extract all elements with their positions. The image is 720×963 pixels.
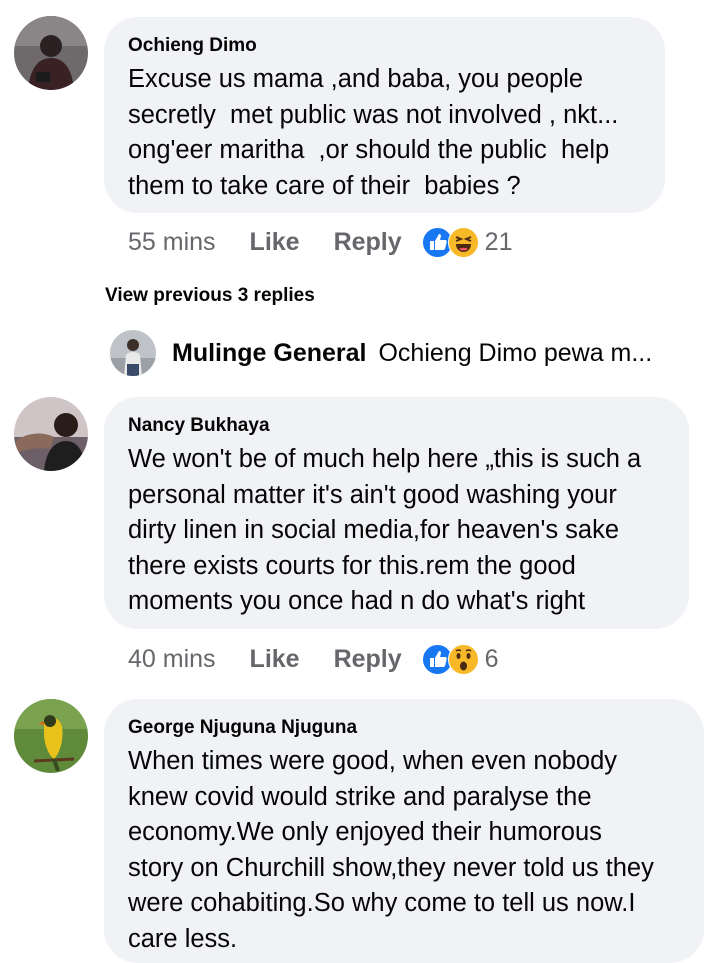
- avatar[interactable]: [14, 16, 88, 90]
- view-previous-replies-link[interactable]: View previous 3 replies: [105, 285, 315, 307]
- reply-preview[interactable]: Mulinge General Ochieng Dimo pewa m...: [110, 330, 652, 376]
- reaction-count: 6: [484, 644, 499, 673]
- comment-author[interactable]: Nancy Bukhaya: [128, 415, 665, 437]
- comment-text: When times were good, when even nobody k…: [128, 747, 654, 953]
- wow-icon: [447, 643, 479, 675]
- reply-author[interactable]: Mulinge General: [172, 339, 366, 368]
- comment-bubble: Ochieng Dimo Excuse us mama ,and baba, y…: [104, 17, 665, 213]
- comment-author[interactable]: George Njuguna Njuguna: [128, 717, 680, 739]
- comment-author[interactable]: Ochieng Dimo: [128, 35, 641, 57]
- reactions-summary[interactable]: 6: [421, 643, 499, 675]
- comment-timestamp[interactable]: 55 mins: [128, 228, 216, 257]
- comment-actions: 40 mins Like Reply 6: [128, 641, 499, 677]
- reply-snippet: Ochieng Dimo pewa m...: [378, 338, 653, 367]
- reply-button[interactable]: Reply: [334, 228, 402, 257]
- avatar[interactable]: [110, 330, 156, 376]
- reaction-count: 21: [484, 227, 513, 256]
- reactions-summary[interactable]: 21: [421, 226, 513, 258]
- comment-timestamp[interactable]: 40 mins: [128, 645, 216, 674]
- comment-actions: 55 mins Like Reply 21: [128, 224, 512, 260]
- reply-button[interactable]: Reply: [334, 645, 402, 674]
- avatar[interactable]: [14, 397, 88, 471]
- avatar[interactable]: [14, 699, 88, 773]
- comment-text: We won't be of much help here „this is s…: [128, 445, 642, 615]
- comment-text: Excuse us mama ,and baba, you people sec…: [128, 65, 619, 200]
- comment-bubble: George Njuguna Njuguna When times were g…: [104, 699, 704, 963]
- like-button[interactable]: Like: [250, 228, 300, 257]
- comments-thread: Ochieng Dimo Excuse us mama ,and baba, y…: [0, 0, 720, 963]
- like-button[interactable]: Like: [250, 645, 300, 674]
- comment-bubble: Nancy Bukhaya We won't be of much help h…: [104, 397, 689, 629]
- haha-icon: [447, 226, 479, 258]
